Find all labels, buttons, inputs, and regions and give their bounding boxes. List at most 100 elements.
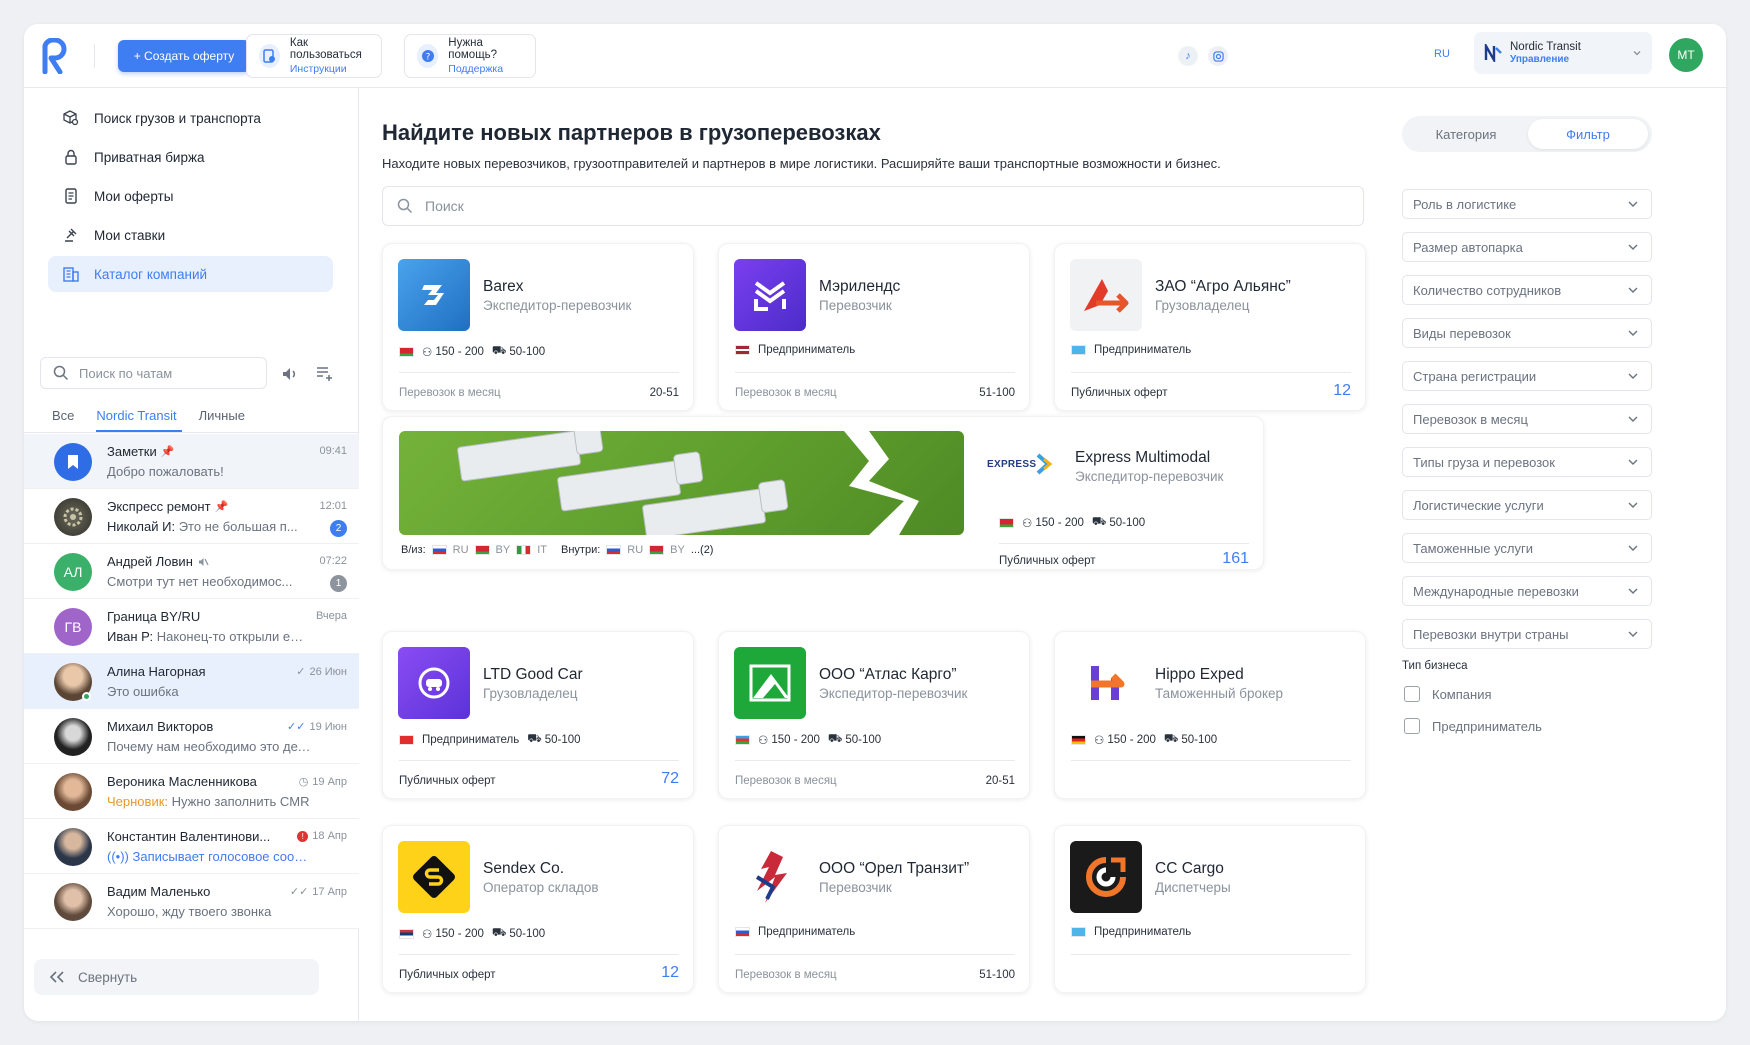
nav-item-label: Приватная биржа (94, 149, 205, 165)
flag-kz-icon (1071, 345, 1086, 355)
gavel-icon (65, 228, 77, 242)
support-link[interactable]: ? Нужна помощь? Поддержка (404, 34, 536, 78)
double-chevron-left-icon (49, 971, 64, 983)
route-in-label: Внутри: (561, 544, 601, 556)
chat-item[interactable]: Заметки 📌 09:41 Добро пожаловать! (24, 434, 359, 489)
nav-item-cargo-search[interactable]: Поиск грузов и транспорта (48, 100, 333, 136)
footer-label: Перевозок в месяц (735, 387, 837, 399)
nav-item-private-exchange[interactable]: Приватная биржа (48, 139, 333, 175)
chat-item[interactable]: Экспресс ремонт 📌 12:01 Николай И: Это не… (24, 489, 359, 544)
segment-filter[interactable]: Фильтр (1528, 119, 1648, 149)
filter-dropdown[interactable]: Виды перевозок (1402, 318, 1652, 348)
checkbox[interactable] (1404, 718, 1420, 734)
business-tag: Предприниматель (758, 926, 856, 938)
filter-dropdown[interactable]: Таможенные услуги (1402, 533, 1652, 563)
truck-icon: ⛟ (527, 733, 542, 745)
checkbox-company[interactable]: Компания (1404, 686, 1492, 702)
chat-item[interactable]: ГВ Граница BY/RU Вчера Иван Р: Наконец-т… (24, 599, 359, 654)
chat-name: Константин Валентинови... (107, 829, 271, 844)
company-meta: Предприниматель (1071, 344, 1191, 356)
company-card[interactable]: ООО “Атлас Карго” Экспедитор-перевозчик … (718, 631, 1030, 799)
help-link[interactable]: Поддержка (448, 63, 525, 75)
chat-item[interactable]: АЛ Андрей Ловин 07:22 Смотри тут нет нео… (24, 544, 359, 599)
tab-all[interactable]: Все (52, 408, 74, 423)
chat-search-input[interactable]: Поиск по чатам (40, 357, 267, 389)
chat-item[interactable]: Вадим Маленько ✓✓ 17 Апр Хорошо, жду твое… (24, 874, 359, 929)
language-switch[interactable]: RU (1434, 48, 1450, 60)
company-card[interactable]: ЗАО “Агро Альянс” Грузовладелец Предприн… (1054, 243, 1366, 411)
company-card[interactable]: ООО “Орел Транзит” Перевозчик Предприним… (718, 825, 1030, 993)
tab-nordic-transit[interactable]: Nordic Transit (96, 408, 176, 423)
filter-dropdown[interactable]: Международные перевозки (1402, 576, 1652, 606)
avatar: ГВ (54, 608, 92, 646)
chat-item[interactable]: Михаил Викторов ✓✓ 19 Июн Почему нам необ… (24, 709, 359, 764)
segment-category[interactable]: Категория (1406, 119, 1526, 149)
truck-icon: ⛟ (1091, 516, 1107, 528)
nav-item-company-catalog[interactable]: Каталог компаний (48, 256, 333, 292)
instagram-icon[interactable] (1208, 46, 1228, 66)
route-more[interactable]: ...(2) (691, 544, 714, 556)
user-avatar[interactable]: MT (1669, 38, 1703, 72)
company-logo-icon (1484, 44, 1502, 62)
new-chat-icon[interactable] (314, 364, 334, 384)
checkbox-label: Предприниматель (1432, 718, 1542, 734)
filter-dropdown[interactable]: Страна регистрации (1402, 361, 1652, 391)
filter-dropdown[interactable]: Типы груза и перевозок (1402, 447, 1652, 477)
help-title: Как пользоваться (289, 37, 362, 61)
main-content: Найдите новых партнеров в грузоперевозка… (360, 88, 1370, 1021)
chevron-down-icon (1628, 244, 1638, 250)
company-card[interactable]: LTD Good Car Грузовладелец Предпринимате… (382, 631, 694, 799)
filter-dropdown[interactable]: Перевозок в месяц (1402, 404, 1652, 434)
instructions-link[interactable]: Как пользоваться Инструкции (246, 34, 382, 78)
employees-icon: ⚇ (758, 734, 769, 747)
company-card[interactable]: Мэрилендс Перевозчик Предприниматель Пер… (718, 243, 1030, 411)
footer-label: Перевозок в месяц (399, 387, 501, 399)
footer-label: Публичных оферт (999, 555, 1096, 567)
create-offer-button[interactable]: + Создать оферту (118, 40, 250, 72)
company-search-input[interactable]: Поиск (382, 186, 1364, 226)
company-card[interactable]: Sendex Co. Оператор складов ⚇ 150 - 200 ⛟… (382, 825, 694, 993)
search-placeholder: Поиск (425, 198, 464, 214)
filter-dropdown[interactable]: Логистические услуги (1402, 490, 1652, 520)
chat-sender: Иван Р: (107, 629, 154, 644)
error-icon: ! (297, 830, 309, 842)
chat-preview: Смотри тут нет необходимос... (107, 574, 293, 589)
company-switcher[interactable]: Nordic Transit Управление (1474, 32, 1652, 74)
footer-value: 51-100 (979, 969, 1015, 981)
nav-item-my-bids[interactable]: Мои ставки (48, 217, 333, 253)
checkbox-entrepreneur[interactable]: Предприниматель (1404, 718, 1542, 734)
checkbox[interactable] (1404, 686, 1420, 702)
help-link[interactable]: Инструкции (290, 63, 371, 75)
chat-item[interactable]: Алина Нагорная ✓ 26 Июн Это ошибка (24, 654, 359, 709)
speaker-icon[interactable] (280, 364, 300, 384)
collapse-sidebar-button[interactable]: Свернуть (34, 959, 319, 995)
chat-preview: Это ошибка (107, 684, 179, 699)
featured-company-card[interactable]: В/из: RU BY IT Внутри: RU BY ...(2) EXPR… (382, 416, 1264, 570)
tiktok-icon[interactable]: ♪ (1178, 46, 1198, 66)
filter-dropdown[interactable]: Количество сотрудников (1402, 275, 1652, 305)
flag-ru-icon (431, 545, 447, 555)
muted-icon (198, 557, 209, 566)
company-card[interactable]: Barex Экспедитор-перевозчик ⚇ 150 - 200 ⛟… (382, 243, 694, 411)
app-logo[interactable] (42, 38, 68, 74)
online-indicator (82, 692, 91, 701)
chat-sender: Николай И: (107, 519, 176, 534)
company-name: ООО “Орел Транзит” (819, 860, 970, 877)
pin-icon: 📌 (160, 446, 175, 458)
nav-item-label: Поиск грузов и транспорта (94, 110, 261, 126)
company-meta: ⚇ 150 - 200 ⛟ 50-100 (735, 732, 881, 747)
tab-personal[interactable]: Личные (199, 408, 245, 423)
filter-dropdown[interactable]: Размер автопарка (1402, 232, 1652, 262)
chat-name: Граница BY/RU (107, 609, 201, 624)
company-card[interactable]: CC Cargo Диспетчеры Предприниматель (1054, 825, 1366, 993)
divider (999, 543, 1249, 544)
footer-value: 20-51 (649, 387, 679, 399)
company-card[interactable]: Hippo Exped Таможенный брокер ⚇ 150 - 200… (1054, 631, 1366, 799)
footer-label: Публичных оферт (1071, 387, 1168, 399)
nav-item-my-offers[interactable]: Мои оферты (48, 178, 333, 214)
chat-item[interactable]: Константин Валентинови... ! 18 Апр ((•)) … (24, 819, 359, 874)
chat-item[interactable]: Вероника Масленникова ◷ 19 Апр Черновик: … (24, 764, 359, 819)
filter-dropdown[interactable]: Перевозки внутри страны (1402, 619, 1652, 649)
employees-icon: ⚇ (422, 928, 433, 941)
filter-dropdown[interactable]: Роль в логистике (1402, 189, 1652, 219)
